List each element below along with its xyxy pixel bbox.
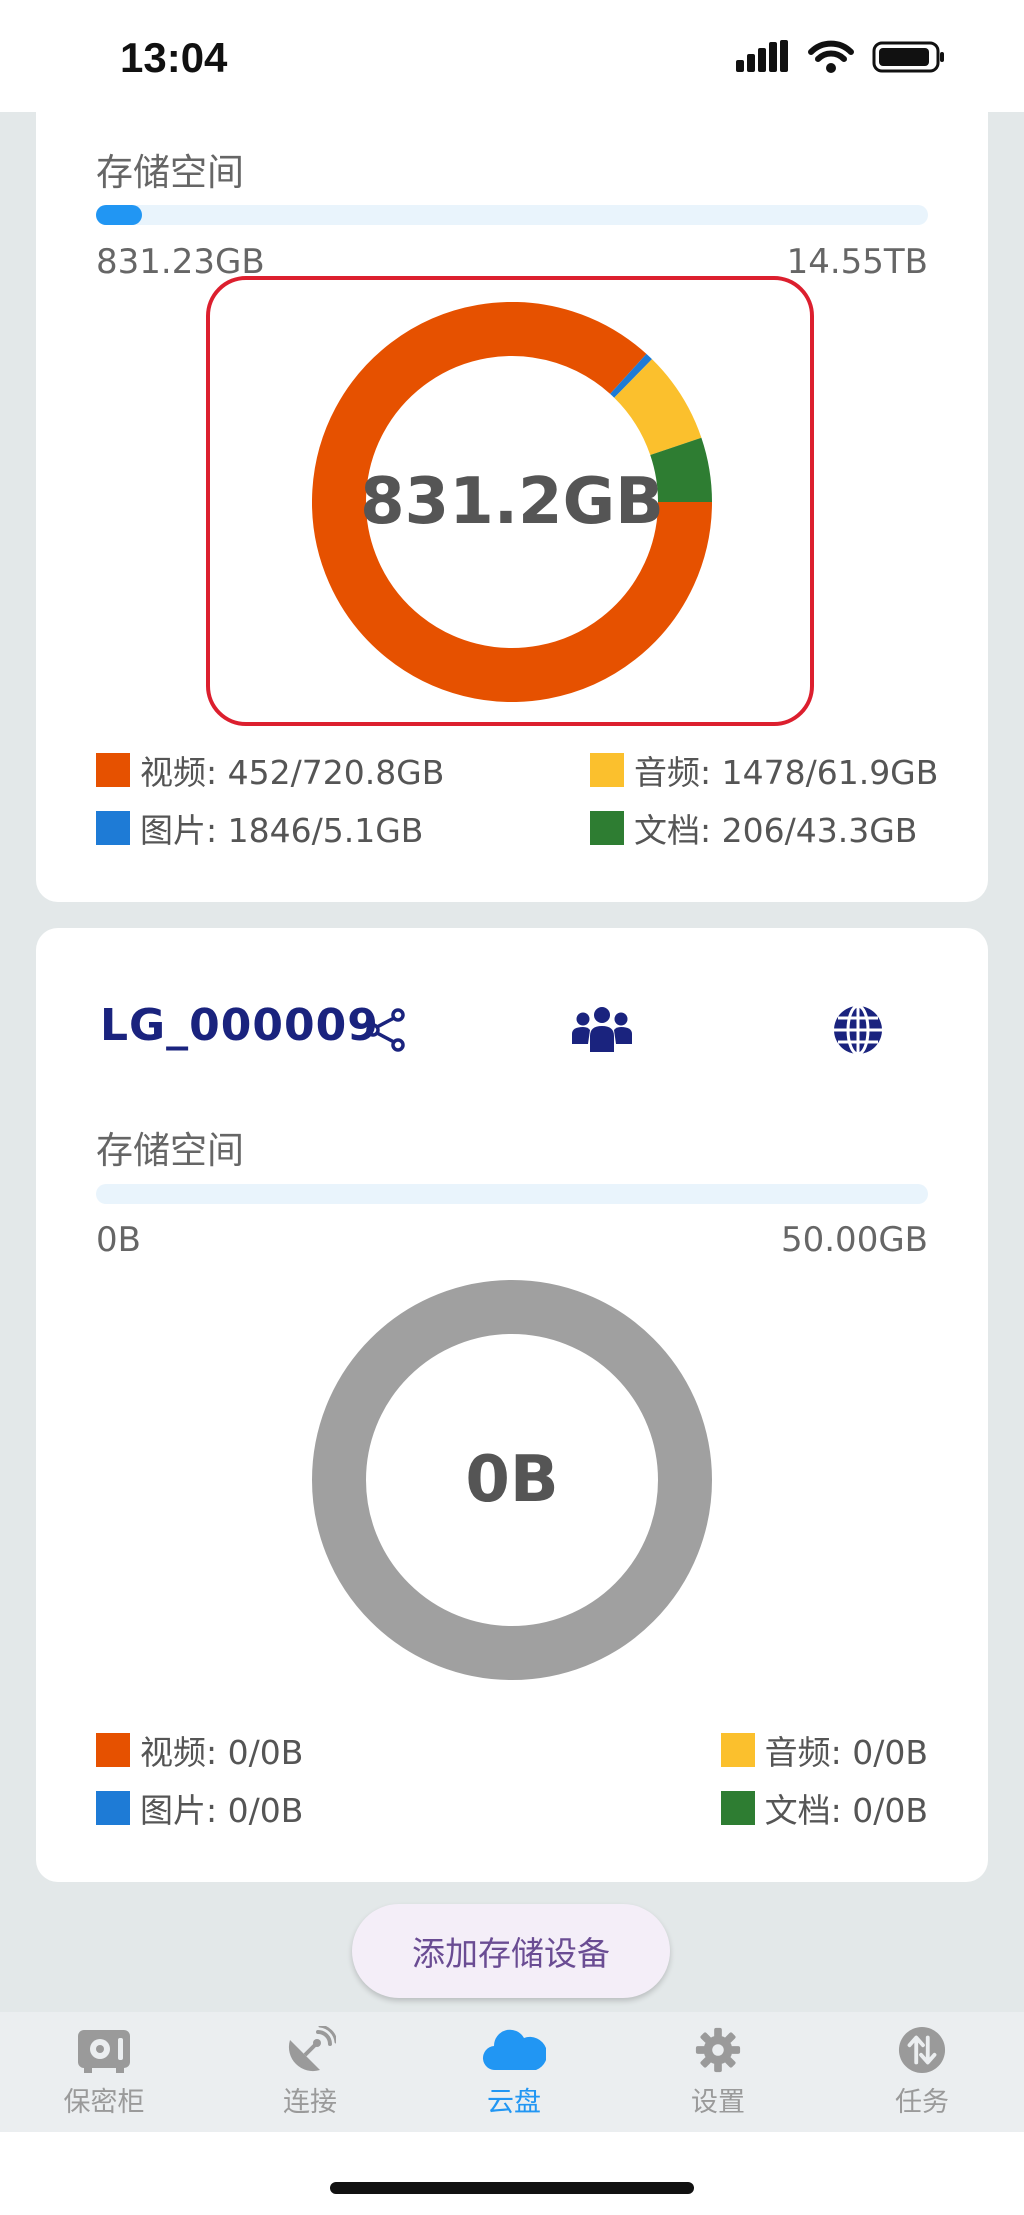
signal-icon [736, 40, 788, 72]
video-swatch [96, 1733, 130, 1767]
donut-center-value-2: 0B [465, 1443, 559, 1517]
tab-label: 设置 [691, 2087, 745, 2118]
storage-card-1: 存储空间 831.23GB 14.55TB 831.2GB 视频: 452/72… [36, 70, 988, 902]
legend-doc-label: 文档: 206/43.3GB [634, 811, 918, 850]
highlight-box [206, 276, 814, 726]
device-name-label: LG_000009 [100, 1000, 379, 1051]
legend-video-2: 视频: 0/0B [96, 1726, 303, 1774]
legend-image-2: 图片: 0/0B [96, 1784, 303, 1832]
tab-label: 云盘 [487, 2087, 541, 2118]
wifi-icon [808, 40, 854, 73]
tab-label: 保密柜 [63, 2087, 145, 2118]
home-indicator[interactable] [330, 2182, 694, 2194]
tab-settings[interactable]: 设置 [648, 2026, 788, 2119]
image-swatch [96, 1791, 130, 1825]
doc-swatch [590, 811, 624, 845]
safe-icon [78, 2030, 130, 2073]
tab-label: 任务 [895, 2087, 949, 2118]
storage-card-2: LG_000009 存储空间 0B 50.00GB 0B 视频: 0/0B 音频 [36, 928, 988, 1882]
group-icon[interactable] [570, 1006, 634, 1052]
clock: 13:04 [120, 34, 228, 81]
legend-video-label: 视频: 452/720.8GB [140, 753, 445, 792]
battery-icon [872, 41, 944, 73]
legend-image: 图片: 1846/5.1GB [96, 804, 423, 852]
tab-safe[interactable]: 保密柜 [34, 2026, 174, 2119]
storage-total: 14.55TB [786, 242, 928, 282]
cloud-icon [483, 2029, 546, 2071]
device-name[interactable]: LG_000009 [100, 1000, 379, 1051]
tab-tasks[interactable]: 任务 [852, 2026, 992, 2119]
storage-label-2: 存储空间 [96, 1129, 244, 1172]
audio-swatch [590, 753, 624, 787]
audio-swatch [720, 1733, 755, 1767]
storage-progress-fill [96, 205, 142, 225]
legend-image-label: 图片: 1846/5.1GB [140, 811, 424, 850]
legend-audio-2: 音频: 0/0B [720, 1726, 928, 1774]
tab-cloud[interactable]: 云盘 [444, 2026, 584, 2119]
globe-icon[interactable] [832, 1004, 884, 1056]
legend-doc-2: 文档: 0/0B [720, 1784, 928, 1832]
transfer-icon [898, 2026, 946, 2074]
system-icons [736, 40, 946, 74]
legend-audio-label-2: 音频: 0/0B [764, 1733, 928, 1772]
legend-image-label-2: 图片: 0/0B [140, 1791, 304, 1830]
legend-audio-label: 音频: 1478/61.9GB [634, 753, 939, 792]
image-swatch [96, 811, 130, 845]
storage-total-2: 50.00GB [780, 1220, 928, 1260]
share-icon[interactable] [366, 1008, 406, 1052]
bottom-tab-bar: 保密柜 连接 云盘 设置 任务 [0, 2012, 1024, 2132]
status-bar: 13:04 [0, 0, 1024, 112]
legend-audio: 音频: 1478/61.9GB [590, 746, 938, 794]
legend-video: 视频: 452/720.8GB [96, 746, 444, 794]
storage-progress-bar [96, 205, 928, 225]
legend-doc: 文档: 206/43.3GB [590, 804, 917, 852]
satellite-dish-icon [288, 2026, 336, 2072]
storage-label: 存储空间 [96, 151, 244, 194]
storage-used-2: 0B [96, 1220, 141, 1260]
tab-label: 连接 [283, 2087, 337, 2118]
video-swatch [96, 753, 130, 787]
legend-video-label-2: 视频: 0/0B [140, 1733, 304, 1772]
home-indicator-area [0, 2132, 1024, 2215]
storage-progress-bar-2 [96, 1184, 928, 1204]
tab-connect[interactable]: 连接 [240, 2026, 380, 2119]
add-storage-device-label: 添加存储设备 [412, 1934, 610, 1973]
doc-swatch [720, 1791, 755, 1825]
legend-doc-label-2: 文档: 0/0B [764, 1791, 928, 1830]
add-storage-device-button[interactable]: 添加存储设备 [352, 1904, 670, 1998]
gear-icon [695, 2027, 741, 2073]
storage-donut-chart-2: 0B [312, 1280, 712, 1680]
